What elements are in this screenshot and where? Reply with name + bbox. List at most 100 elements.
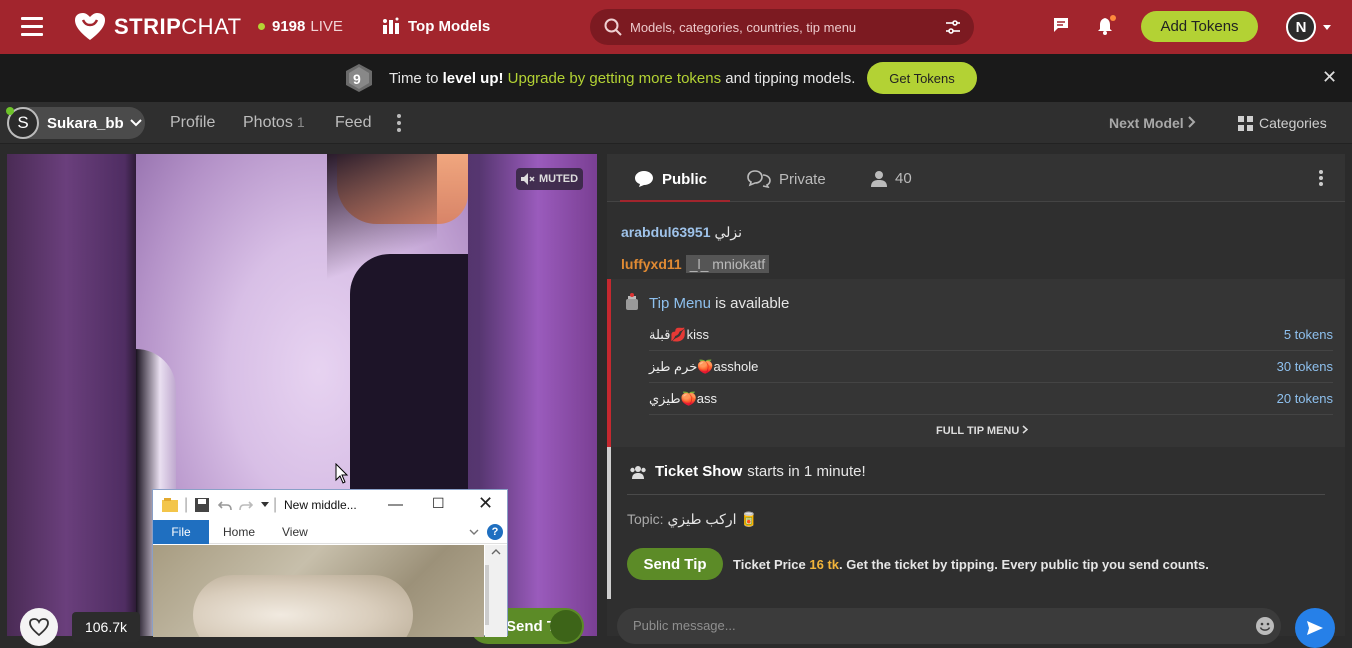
- active-tab-indicator: [620, 200, 730, 202]
- tab-private[interactable]: Private: [747, 170, 826, 188]
- undo-icon[interactable]: [218, 498, 232, 512]
- minimize-icon[interactable]: —: [388, 496, 403, 513]
- logo-text: STRIPCHAT: [114, 14, 242, 39]
- tab-photos-label: Photos: [243, 114, 293, 131]
- grid-icon: [1238, 115, 1253, 131]
- window-title-bar[interactable]: | | New middle... — ☐ ✕: [153, 490, 507, 520]
- logo[interactable]: STRIPCHAT: [74, 12, 242, 42]
- full-tip-menu-label: FULL TIP MENU: [936, 425, 1020, 437]
- search-input[interactable]: [630, 19, 930, 35]
- speaker-muted-icon: [520, 173, 535, 185]
- tab-file[interactable]: File: [153, 520, 209, 544]
- tip-item-price: 5 tokens: [1283, 327, 1333, 342]
- chat-options-icon[interactable]: [1319, 170, 1323, 188]
- categories-label: Categories: [1259, 115, 1327, 131]
- categories-button[interactable]: Categories: [1238, 115, 1327, 131]
- help-icon[interactable]: ?: [487, 524, 503, 540]
- send-message-button[interactable]: [1295, 608, 1335, 648]
- ticket-price-text: Ticket Price 16 tk. Get the ticket by ti…: [733, 557, 1209, 572]
- notifications-bell-icon[interactable]: [1096, 14, 1118, 36]
- chat-tabs: Public Private 40: [607, 154, 1345, 202]
- chevron-down-icon[interactable]: [469, 529, 479, 535]
- tab-private-label: Private: [779, 170, 826, 188]
- tab-photos[interactable]: Photos 1: [243, 114, 305, 132]
- tab-public-label: Public: [662, 170, 708, 188]
- search-icon: [604, 18, 622, 36]
- chat-input-box[interactable]: [617, 608, 1281, 644]
- separator: |: [273, 496, 278, 513]
- tip-menu-item[interactable]: خرم طيز🍑asshole 30 tokens: [649, 351, 1333, 383]
- group-icon: [630, 465, 646, 479]
- divider: [627, 494, 1325, 495]
- search-bar[interactable]: [590, 9, 974, 45]
- save-icon[interactable]: [195, 498, 209, 512]
- mouse-cursor-icon: [335, 463, 349, 484]
- topic-text: اركب طيزي 🥫: [667, 511, 758, 527]
- tab-view[interactable]: View: [282, 525, 308, 539]
- file-explorer-window[interactable]: | | New middle... — ☐ ✕ File Home View ?: [152, 489, 508, 637]
- scroll-thumb[interactable]: [485, 565, 489, 625]
- ticket-show-starts: starts in 1 minute!: [747, 463, 866, 480]
- user-avatar[interactable]: N: [1286, 12, 1316, 42]
- viewers-count: 40: [895, 170, 912, 187]
- tip-jar-icon: [550, 610, 582, 642]
- chevron-down-icon[interactable]: [1323, 25, 1331, 30]
- full-tip-menu-link[interactable]: FULL TIP MENU: [936, 425, 1029, 437]
- messages-icon[interactable]: [1052, 16, 1070, 34]
- next-model-button[interactable]: Next Model: [1109, 115, 1196, 131]
- likes-count: 106.7k: [72, 612, 140, 642]
- tip-menu-item[interactable]: طيزي🍑ass 20 tokens: [649, 383, 1333, 415]
- tab-public[interactable]: Public: [634, 170, 707, 188]
- like-button[interactable]: [20, 608, 58, 646]
- chat-username[interactable]: arabdul63951: [621, 224, 711, 240]
- maximize-icon[interactable]: ☐: [432, 495, 445, 512]
- menu-icon[interactable]: [21, 17, 43, 37]
- tab-viewers[interactable]: 40: [871, 170, 912, 187]
- separator: |: [184, 496, 189, 513]
- tip-item-price: 20 tokens: [1276, 391, 1333, 406]
- redo-icon[interactable]: [239, 498, 253, 512]
- muted-badge[interactable]: MUTED: [516, 168, 583, 190]
- live-label: LIVE: [310, 18, 343, 35]
- emoji-icon[interactable]: [1255, 616, 1275, 636]
- chevron-down-icon: [129, 119, 142, 127]
- chat-text: _l_ mniokatf: [685, 255, 770, 273]
- ticket-show-title: Ticket Show: [655, 463, 743, 480]
- tip-jar-icon: [626, 293, 638, 310]
- tip-item-price: 30 tokens: [1276, 359, 1333, 374]
- tab-profile[interactable]: Profile: [170, 114, 215, 132]
- tip-menu-link[interactable]: Tip Menu: [649, 295, 711, 312]
- tab-feed[interactable]: Feed: [335, 114, 371, 132]
- preview-object: [193, 575, 413, 637]
- close-icon[interactable]: ✕: [1322, 67, 1337, 88]
- top-models-link[interactable]: Top Models: [382, 17, 490, 35]
- muted-label: MUTED: [538, 173, 579, 185]
- ticket-show-card: Ticket Show starts in 1 minute! Topic: ار…: [607, 447, 1345, 599]
- tab-home[interactable]: Home: [223, 525, 255, 539]
- online-status-icon: [6, 107, 14, 115]
- topic-label: Topic:: [627, 511, 664, 527]
- chat-username[interactable]: luffyxd11: [621, 256, 682, 272]
- live-counter[interactable]: 9198 LIVE: [258, 18, 343, 35]
- chevron-right-icon: [1022, 425, 1029, 434]
- close-icon[interactable]: ✕: [478, 493, 493, 514]
- filter-icon[interactable]: [945, 19, 961, 35]
- get-tokens-button[interactable]: Get Tokens: [867, 62, 977, 94]
- chat-text: نزلي: [714, 224, 743, 240]
- model-name: Sukara_bb: [47, 114, 124, 132]
- promo-text: Time to level up! Upgrade by getting mor…: [389, 70, 856, 87]
- ribbon-tabs: File Home View ?: [153, 520, 507, 544]
- scrollbar[interactable]: [485, 545, 507, 637]
- tip-menu-title: Tip Menu is available: [649, 295, 790, 312]
- ticket-topic: Topic: اركب طيزي 🥫: [627, 511, 758, 528]
- chevron-down-icon[interactable]: [261, 502, 269, 508]
- tip-item-name: طيزي🍑ass: [649, 391, 718, 406]
- tip-menu-item[interactable]: قبلة💋kiss 5 tokens: [649, 319, 1333, 351]
- app-icon: [162, 498, 178, 512]
- public-message-input[interactable]: [633, 618, 1233, 633]
- scroll-up-icon[interactable]: [491, 549, 501, 555]
- model-dropdown[interactable]: S Sukara_bb: [6, 107, 145, 139]
- more-options-icon[interactable]: [397, 114, 401, 135]
- ticket-send-tip-button[interactable]: Send Tip: [627, 548, 723, 580]
- add-tokens-button[interactable]: Add Tokens: [1141, 11, 1258, 42]
